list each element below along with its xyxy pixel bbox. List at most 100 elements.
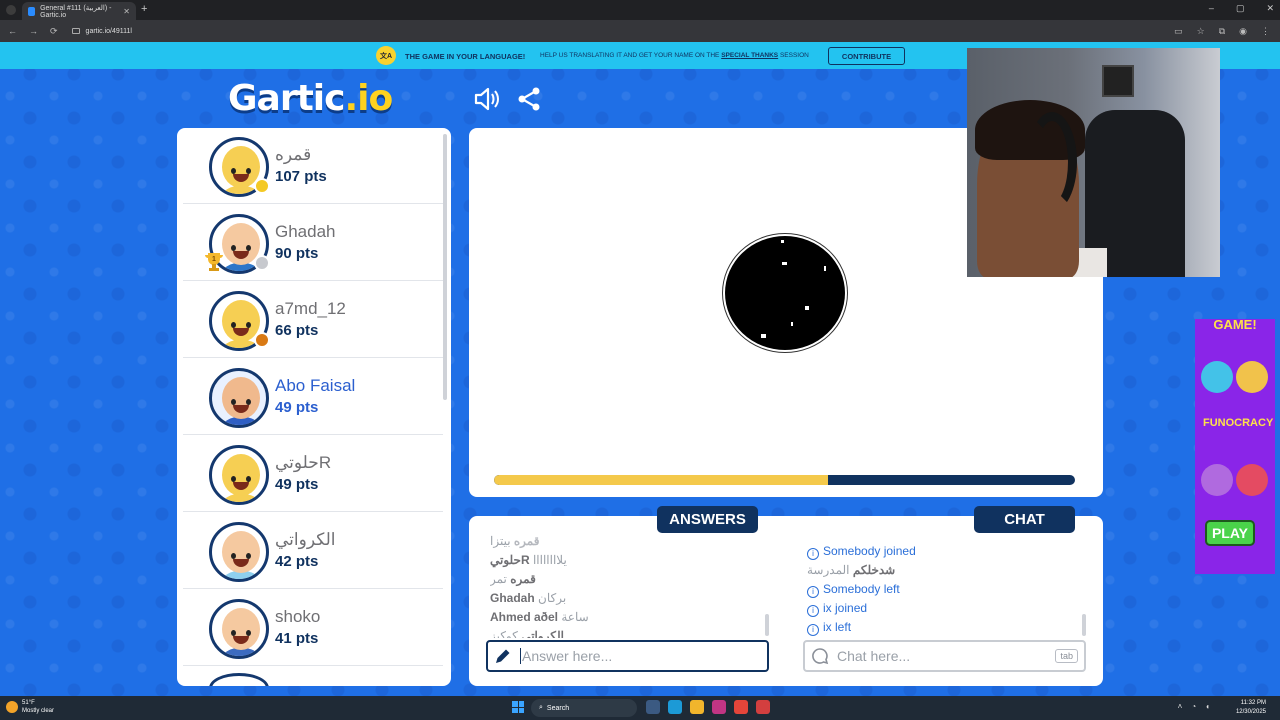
app-icon[interactable]	[756, 700, 770, 714]
player-name: shoko	[275, 607, 321, 626]
address-bar[interactable]: gartic.io/49111l	[71, 28, 132, 35]
player-name: a7md_12	[275, 299, 346, 318]
player-points: 49 pts	[275, 476, 319, 493]
file-explorer-icon[interactable]	[690, 700, 704, 714]
answer-user: قمره	[513, 534, 540, 548]
player-points: 90 pts	[275, 245, 319, 262]
tab-title: General #111 (العربية) - Gartic.io	[40, 4, 112, 19]
close-window-button[interactable]: ✕	[1266, 3, 1274, 14]
ad-play-button[interactable]: PLAY	[1205, 520, 1255, 546]
answer-item: حلوتيR يلاااااااا	[490, 551, 760, 570]
ad-angry-icon	[1236, 464, 1268, 496]
chat-input[interactable]: Chat here... tab	[803, 640, 1086, 672]
info-icon: i	[807, 548, 819, 560]
sound-icon[interactable]	[474, 87, 500, 111]
status-dot	[254, 332, 270, 348]
status-dot	[254, 178, 270, 194]
chat-bubble-icon	[812, 648, 829, 665]
chat-action: joined	[835, 601, 868, 615]
player-row[interactable]: قمره 107 pts	[183, 128, 443, 204]
weather-widget[interactable]: 51°F Mostly clear	[6, 699, 54, 715]
ad-character-icon	[1201, 464, 1233, 496]
cast-icon[interactable]: ▭	[1174, 26, 1183, 37]
instagram-icon[interactable]	[712, 700, 726, 714]
maximize-button[interactable]: ▢	[1236, 3, 1245, 14]
chat-action: joined	[883, 544, 916, 558]
volume-icon[interactable]: ◖	[1205, 702, 1210, 711]
clock-date: 12/30/2025	[1235, 709, 1266, 715]
advertisement[interactable]: GAME! FUNOCRACY PLAY	[1195, 319, 1275, 574]
profile-icon[interactable]: ◉	[1239, 26, 1247, 37]
chat-user: شدخلكم	[852, 563, 896, 577]
chat-user: ix	[823, 620, 832, 634]
tray-overflow-icon[interactable]: ˄	[1178, 702, 1183, 711]
banner-headline: THE GAME IN YOUR LANGUAGE!	[405, 52, 526, 61]
windows-start-icon[interactable]	[512, 701, 524, 713]
browser-tab[interactable]: General #111 (العربية) - Gartic.io ✕	[22, 2, 136, 20]
answers-chat-panel: ANSWERS CHAT قمره بيتزا حلوتيR يلاااااااا…	[469, 506, 1103, 686]
ad-top-text: GAME!	[1213, 319, 1257, 332]
weather-temp: 51°F	[22, 700, 35, 706]
trophy-icon: 1	[205, 253, 223, 271]
answer-user: قمره	[510, 572, 536, 586]
windows-taskbar: 51°F Mostly clear ⌕ Search ˄ ◔ ◖ 11:32 P…	[0, 696, 1280, 720]
network-icon[interactable]: ◔	[1191, 702, 1196, 711]
answer-item: Ahmed aðel ساعة	[490, 608, 760, 627]
chat-header: CHAT	[974, 506, 1075, 533]
game-page: 文A THE GAME IN YOUR LANGUAGE! HELP US TR…	[0, 42, 1280, 696]
player-points: 49 pts	[275, 399, 319, 416]
answer-user: Ahmed aðel	[490, 610, 559, 624]
clock-time: 11:32 PM	[1240, 700, 1266, 706]
window-controls: – ▢ ✕	[1209, 3, 1274, 14]
translate-icon: 文A	[376, 46, 396, 65]
chrome-icon[interactable]	[734, 700, 748, 714]
players-scrollbar[interactable]	[443, 134, 447, 400]
answer-text: بيتزا	[490, 534, 511, 548]
chat-event: i Somebody joined	[807, 542, 1077, 561]
pencil-icon	[496, 649, 510, 663]
gartic-logo[interactable]: Gartic.io	[228, 78, 393, 119]
player-row[interactable]: 1 Ghadah 90 pts	[183, 205, 443, 281]
extensions-icon[interactable]: ⧉	[1219, 26, 1225, 37]
contribute-button[interactable]: CONTRIBUTE	[828, 47, 905, 65]
player-row[interactable]: shoko 41 pts	[183, 590, 443, 666]
special-thanks-link[interactable]: SPECIAL THANKS	[721, 52, 778, 59]
player-row[interactable]: الكرواتي 42 pts	[183, 513, 443, 589]
new-tab-button[interactable]: +	[141, 3, 147, 15]
edge-icon[interactable]	[668, 700, 682, 714]
reload-icon[interactable]: ⟳	[50, 26, 58, 37]
player-row[interactable]: حلوتيR 49 pts	[183, 436, 443, 512]
tab-close-icon[interactable]: ✕	[123, 7, 130, 16]
banner-text: HELP US TRANSLATING IT AND GET YOUR NAME…	[540, 52, 809, 59]
browser-tab-strip: General #111 (العربية) - Gartic.io ✕ + –…	[0, 0, 1280, 20]
player-row[interactable]: Abo Faisal 49 pts	[183, 359, 443, 435]
taskbar-clock[interactable]: 11:32 PM 12/30/2025	[1236, 699, 1266, 717]
site-info-icon[interactable]	[71, 28, 80, 34]
headphones	[1027, 112, 1077, 212]
search-icon: ⌕	[539, 704, 543, 711]
avatar	[209, 522, 269, 582]
tab-search-button[interactable]	[6, 5, 16, 15]
taskbar-search[interactable]: ⌕ Search	[531, 699, 637, 717]
minimize-button[interactable]: –	[1209, 3, 1214, 14]
answers-scrollbar[interactable]	[765, 614, 769, 636]
bookmark-star-icon[interactable]: ☆	[1197, 26, 1205, 37]
share-icon[interactable]	[517, 87, 541, 111]
player-row[interactable]: a7md_12 66 pts	[183, 282, 443, 358]
answer-input[interactable]: Answer here...	[486, 640, 769, 672]
answer-user: حلوتيR	[490, 553, 530, 567]
back-icon[interactable]: ←	[8, 26, 17, 37]
player-name: Abo Faisal	[275, 376, 356, 395]
answer-item: Ghadah بركان	[490, 589, 760, 608]
answer-item: قمره بيتزا	[490, 532, 760, 551]
player-name: الكرواتي	[275, 530, 336, 549]
chat-scrollbar[interactable]	[1082, 614, 1086, 636]
player-points: 41 pts	[275, 630, 319, 647]
forward-icon[interactable]: →	[29, 26, 38, 37]
weather-desc: Mostly clear	[22, 708, 55, 714]
menu-icon[interactable]: ⋮	[1261, 26, 1270, 37]
task-view-icon[interactable]	[646, 700, 660, 714]
player-name: حلوتيR	[275, 453, 332, 472]
drawing-circle	[725, 236, 845, 350]
avatar	[209, 599, 269, 659]
